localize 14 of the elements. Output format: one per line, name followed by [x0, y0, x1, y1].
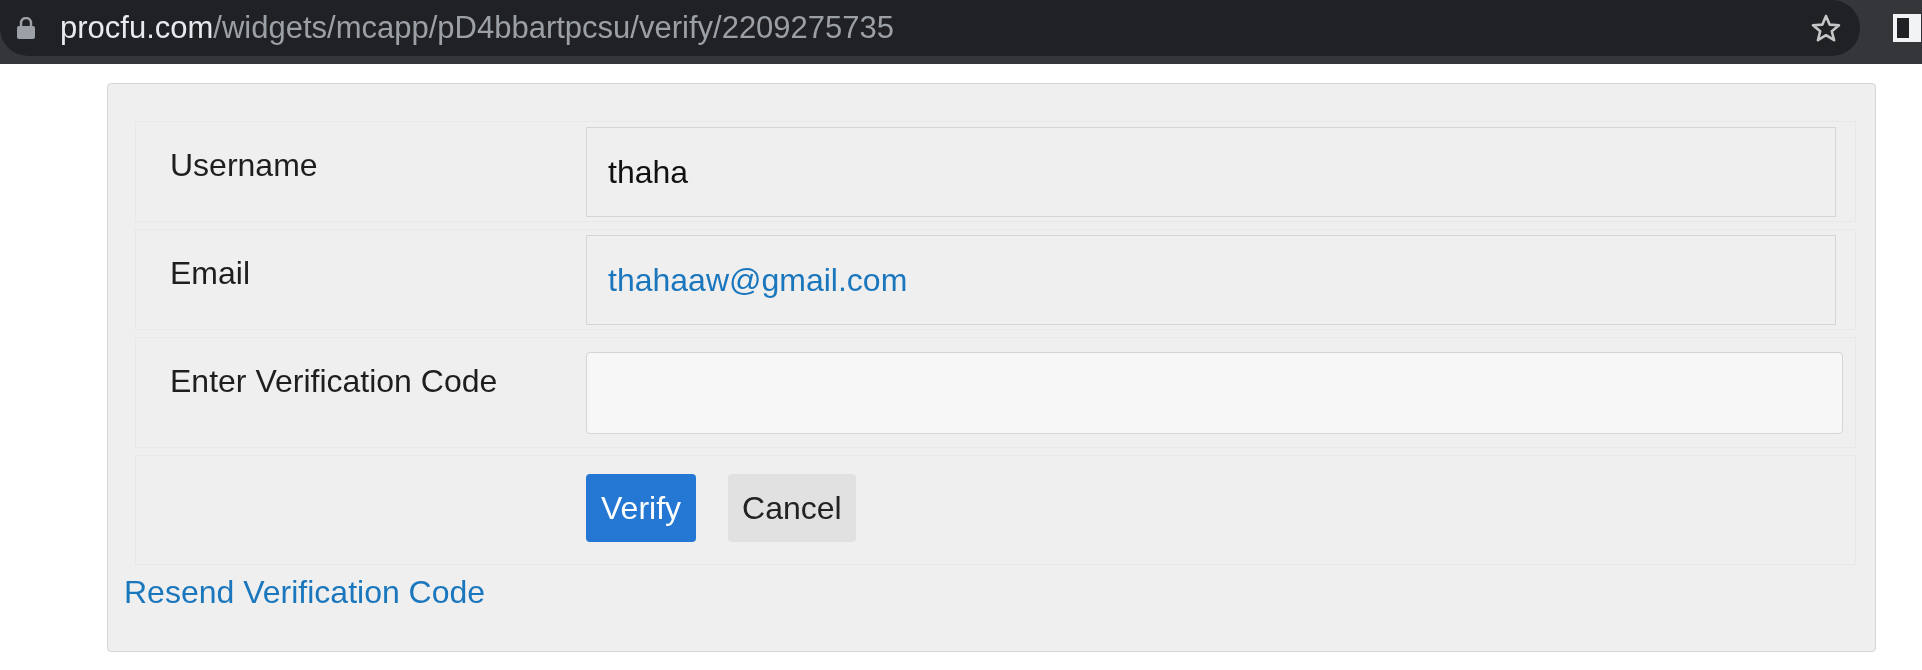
- field-label: Email: [169, 254, 250, 292]
- field-label: Enter Verification Code: [169, 362, 498, 400]
- lock-icon: [17, 17, 35, 39]
- email-link[interactable]: thahaaw@gmail.com: [608, 261, 908, 299]
- url-text[interactable]: procfu.com/widgets/mcapp/pD4bbartpcsu/verify/2209275735: [60, 10, 895, 46]
- text-field[interactable]: thaha: [586, 127, 1836, 217]
- address-bar[interactable]: procfu.com/widgets/mcapp/pD4bbartpcsu/verify/2209275735: [0, 0, 1860, 56]
- side-panel-icon[interactable]: [1893, 14, 1921, 42]
- star-icon[interactable]: [1811, 14, 1841, 42]
- code-input[interactable]: [586, 352, 1843, 434]
- verify-button[interactable]: Verify: [586, 474, 697, 542]
- field-label: Username: [169, 146, 318, 184]
- cancel-button[interactable]: Cancel: [728, 474, 856, 542]
- resend-link[interactable]: Resend Verification Code: [124, 573, 486, 611]
